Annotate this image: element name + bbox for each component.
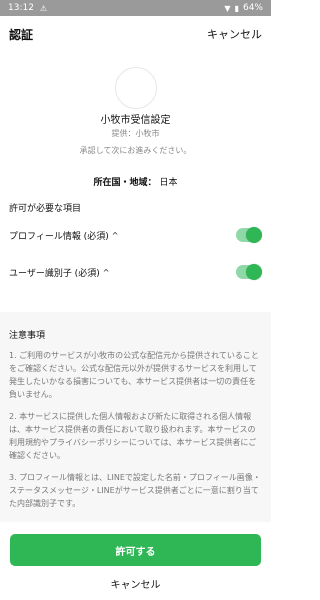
- permission-label-identifier: ユーザー識別子 (必須): [9, 268, 100, 279]
- permission-row-identifier[interactable]: ユーザー識別子 (必須) ^: [9, 264, 262, 280]
- notes-section[interactable]: 注意事項 1. ご利用のサービスが小牧市の公式な配信元から提供されていることをご…: [0, 312, 271, 522]
- status-time: 13:12: [8, 3, 34, 13]
- permission-row-profile[interactable]: プロフィール情報 (必須) ^: [9, 227, 262, 243]
- notification-icon: ⚠: [39, 3, 48, 13]
- identifier-toggle[interactable]: [236, 264, 262, 280]
- consent-message: 承認して次にお進みください。: [79, 146, 192, 155]
- wifi-icon: ▼: [224, 3, 231, 13]
- battery-level: 64%: [242, 3, 263, 13]
- app-name: 小牧市受信設定: [100, 115, 171, 126]
- profile-toggle[interactable]: [236, 227, 262, 243]
- header-cancel-button[interactable]: キャンセル: [207, 26, 262, 42]
- permissions-title: 許可が必要な項目: [9, 204, 82, 214]
- chevron-up-icon[interactable]: ^: [112, 231, 119, 240]
- battery-icon: ▮: [234, 3, 239, 13]
- note-item-2: 2. 本サービスに提供した個人情報および新たに取得される個人情報は、本サービス提…: [9, 412, 257, 460]
- note-item-1: 1. ご利用のサービスが小牧市の公式な配信元から提供されていることをご確認くださ…: [9, 351, 259, 399]
- app-logo: [115, 67, 157, 109]
- status-bar: 13:12 ⚠ ▼ ▮ 64%: [0, 0, 271, 16]
- note-item-3: 3. プロフィール情報とは、LINEで設定した名前・プロフィール画像・ステータス…: [9, 473, 261, 508]
- toggle-knob: [246, 227, 262, 243]
- region-row: 所在国・地域： 日本: [0, 175, 271, 188]
- allow-button[interactable]: 許可する: [10, 534, 261, 566]
- chevron-up-icon[interactable]: ^: [103, 268, 110, 277]
- cancel-button[interactable]: キャンセル: [0, 576, 271, 591]
- page-title: 認証: [9, 27, 34, 42]
- notes-title: 注意事項: [9, 331, 46, 341]
- region-value: 日本: [159, 178, 178, 188]
- status-right: ▼ ▮ 64%: [224, 3, 263, 13]
- app-provider: 提供：小牧市: [111, 129, 160, 138]
- header: 認証 キャンセル: [0, 16, 271, 52]
- region-label: 所在国・地域：: [93, 178, 157, 188]
- permission-label-profile: プロフィール情報 (必須): [9, 231, 109, 242]
- toggle-knob: [246, 264, 262, 280]
